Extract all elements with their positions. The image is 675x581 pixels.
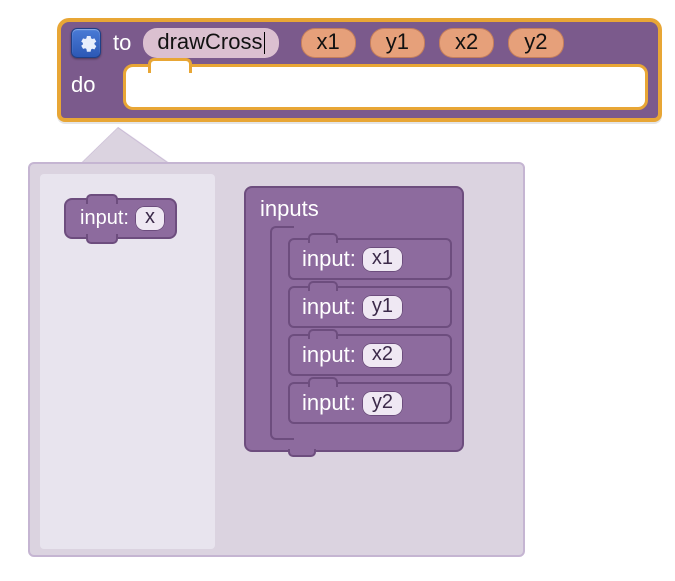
mutator-panel[interactable]: input: x inputs input: x1 input: y1 inpu… [28,162,525,557]
inputs-bottom-notch [288,449,316,457]
palette-input-block[interactable]: input: x [64,198,177,239]
palette-input-var[interactable]: x [135,206,165,231]
input-row-var[interactable]: x2 [362,343,403,368]
param-y2[interactable]: y2 [508,28,563,58]
procedure-name-input[interactable]: drawCross [143,28,278,58]
input-row-y1[interactable]: input: y1 [288,286,452,328]
do-keyword: do [71,64,123,98]
input-row-label: input: [302,294,356,320]
procedure-header-row: to drawCross x1 y1 x2 y2 [71,28,648,58]
procedure-do-row: do [71,64,648,110]
input-row-var[interactable]: y1 [362,295,403,320]
input-row-label: input: [302,246,356,272]
input-row-label: input: [302,342,356,368]
param-x2[interactable]: x2 [439,28,494,58]
procedure-params: x1 y1 x2 y2 [301,28,564,58]
procedure-define-block[interactable]: to drawCross x1 y1 x2 y2 do [57,18,662,122]
param-y1[interactable]: y1 [370,28,425,58]
param-x1[interactable]: x1 [301,28,356,58]
mutator-palette[interactable]: input: x [40,174,215,549]
inputs-title: inputs [246,188,462,228]
to-keyword: to [109,30,135,56]
input-row-x2[interactable]: input: x2 [288,334,452,376]
input-row-label: input: [302,390,356,416]
inputs-body[interactable]: input: x1 input: y1 input: x2 input: y2 [274,228,452,438]
input-row-x1[interactable]: input: x1 [288,238,452,280]
input-row-var[interactable]: x1 [362,247,403,272]
procedure-body-slot[interactable] [123,64,648,110]
inputs-container-block[interactable]: inputs input: x1 input: y1 input: x2 inp… [244,186,464,452]
procedure-name-text: drawCross [157,29,262,54]
input-row-y2[interactable]: input: y2 [288,382,452,424]
gear-icon [75,32,97,54]
input-row-var[interactable]: y2 [362,391,403,416]
gear-icon-button[interactable] [71,28,101,58]
palette-input-label: input: [80,207,129,230]
text-cursor [264,32,265,54]
